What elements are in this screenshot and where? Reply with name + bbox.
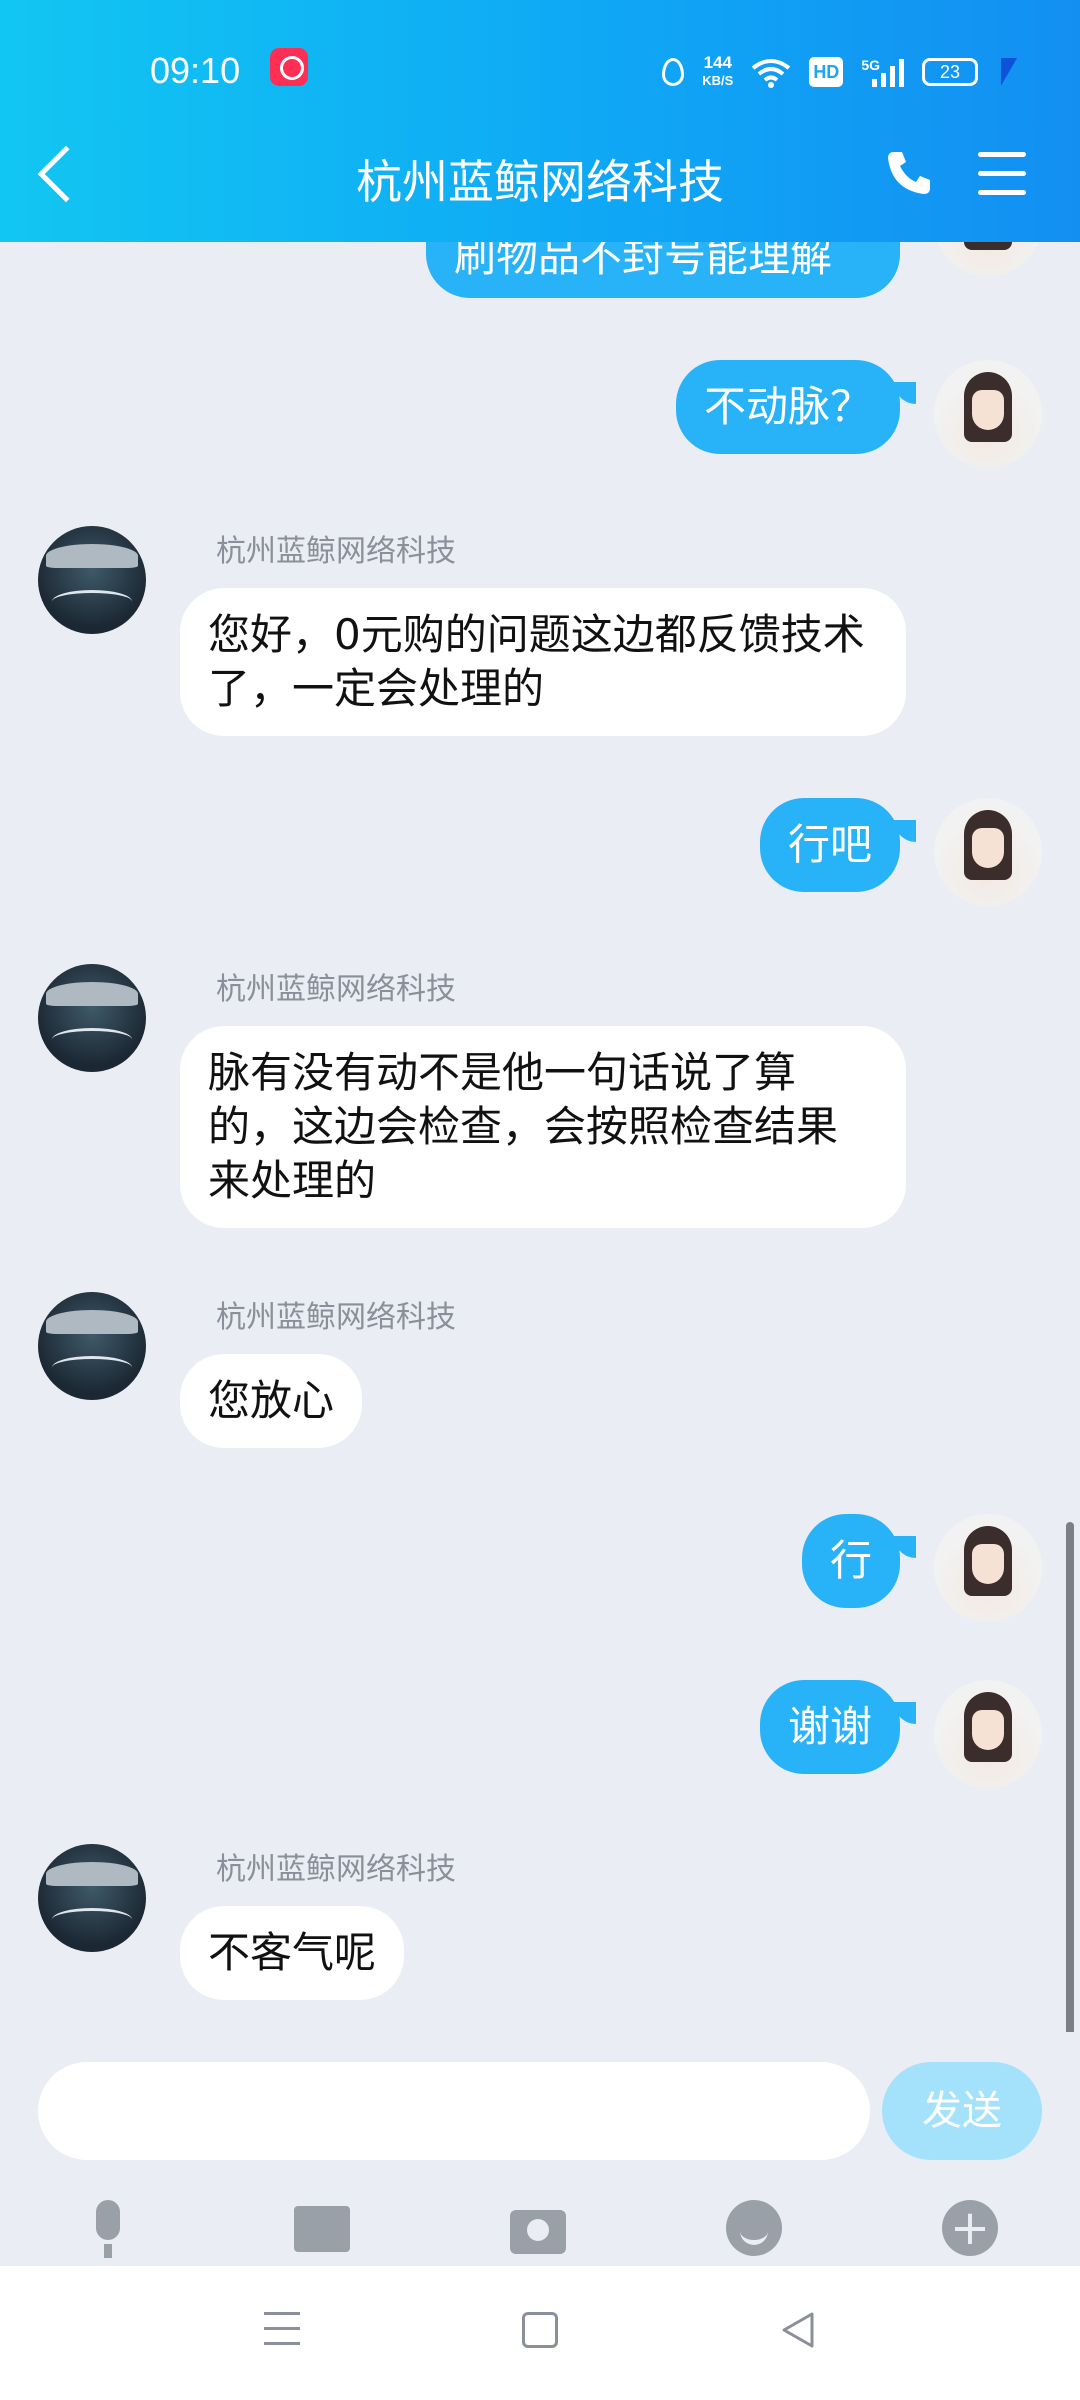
back-triangle-icon[interactable] — [778, 2310, 818, 2350]
system-navigation-bar — [0, 2266, 1080, 2400]
sender-name: 杭州蓝鲸网络科技 — [216, 534, 456, 569]
message-input[interactable] — [38, 2062, 870, 2160]
scrollbar[interactable] — [1066, 1522, 1074, 2032]
my-avatar[interactable] — [934, 1680, 1042, 1788]
chat-message-list[interactable]: 刷物品不封号能理解 不动脉？ 杭州蓝鲸网络科技 您好，0元购的问题这边都反馈技术… — [0, 242, 1080, 2032]
app-notification-icon — [270, 48, 308, 86]
sender-name: 杭州蓝鲸网络科技 — [216, 972, 456, 1007]
network-speed: 144 KB/S — [702, 53, 734, 89]
my-avatar[interactable] — [934, 1514, 1042, 1622]
message-bubble[interactable]: 谢谢 — [759, 1680, 900, 1774]
composer-toolbar — [0, 2198, 1080, 2260]
status-bar: 09:10 144 KB/S HD 5G 23 — [0, 44, 1080, 100]
contact-avatar[interactable] — [38, 526, 146, 634]
contact-avatar[interactable] — [38, 964, 146, 1072]
emoji-icon[interactable] — [724, 2200, 784, 2260]
contact-avatar[interactable] — [38, 1292, 146, 1400]
message-bubble[interactable]: 您放心 — [180, 1354, 363, 1448]
message-bubble[interactable]: 脉有没有动不是他一句话说了算的，这边会检查，会按照检查结果来处理的 — [180, 1026, 906, 1228]
phone-call-icon[interactable] — [884, 148, 934, 198]
message-bubble[interactable]: 行吧 — [759, 798, 900, 892]
menu-icon[interactable] — [978, 152, 1026, 196]
composer: 发送 — [0, 2040, 1080, 2266]
sender-name: 杭州蓝鲸网络科技 — [216, 1300, 456, 1335]
contact-avatar[interactable] — [38, 1844, 146, 1952]
message-bubble[interactable]: 不动脉？ — [675, 360, 900, 454]
plus-icon[interactable] — [940, 2198, 1000, 2260]
message-bubble[interactable]: 您好，0元购的问题这边都反馈技术了，一定会处理的 — [180, 588, 906, 736]
send-button[interactable]: 发送 — [882, 2062, 1042, 2160]
signal-icon: 5G — [861, 57, 904, 87]
battery-indicator: 23 — [922, 58, 978, 86]
header-bar: 09:10 144 KB/S HD 5G 23 杭州蓝鲸网络科技 — [0, 0, 1080, 242]
image-icon[interactable] — [292, 2200, 352, 2260]
sender-name: 杭州蓝鲸网络科技 — [216, 1852, 456, 1887]
my-avatar[interactable] — [934, 360, 1042, 468]
nav-bar: 杭州蓝鲸网络科技 — [0, 140, 1080, 210]
message-bubble[interactable]: 行 — [801, 1514, 900, 1608]
data-saver-icon — [662, 58, 685, 86]
my-avatar[interactable] — [934, 242, 1042, 276]
camera-icon[interactable] — [508, 2200, 568, 2260]
hd-voice-icon: HD — [809, 57, 844, 87]
message-bubble[interactable]: 刷物品不封号能理解 — [426, 242, 900, 298]
my-avatar[interactable] — [934, 798, 1042, 906]
recent-apps-icon[interactable] — [264, 2312, 300, 2348]
status-time: 09:10 — [150, 50, 241, 91]
microphone-icon[interactable] — [78, 2200, 138, 2260]
home-icon[interactable] — [522, 2312, 558, 2348]
wifi-icon — [752, 59, 791, 88]
message-bubble[interactable]: 不客气呢 — [180, 1906, 405, 2000]
charging-icon — [990, 58, 1018, 86]
